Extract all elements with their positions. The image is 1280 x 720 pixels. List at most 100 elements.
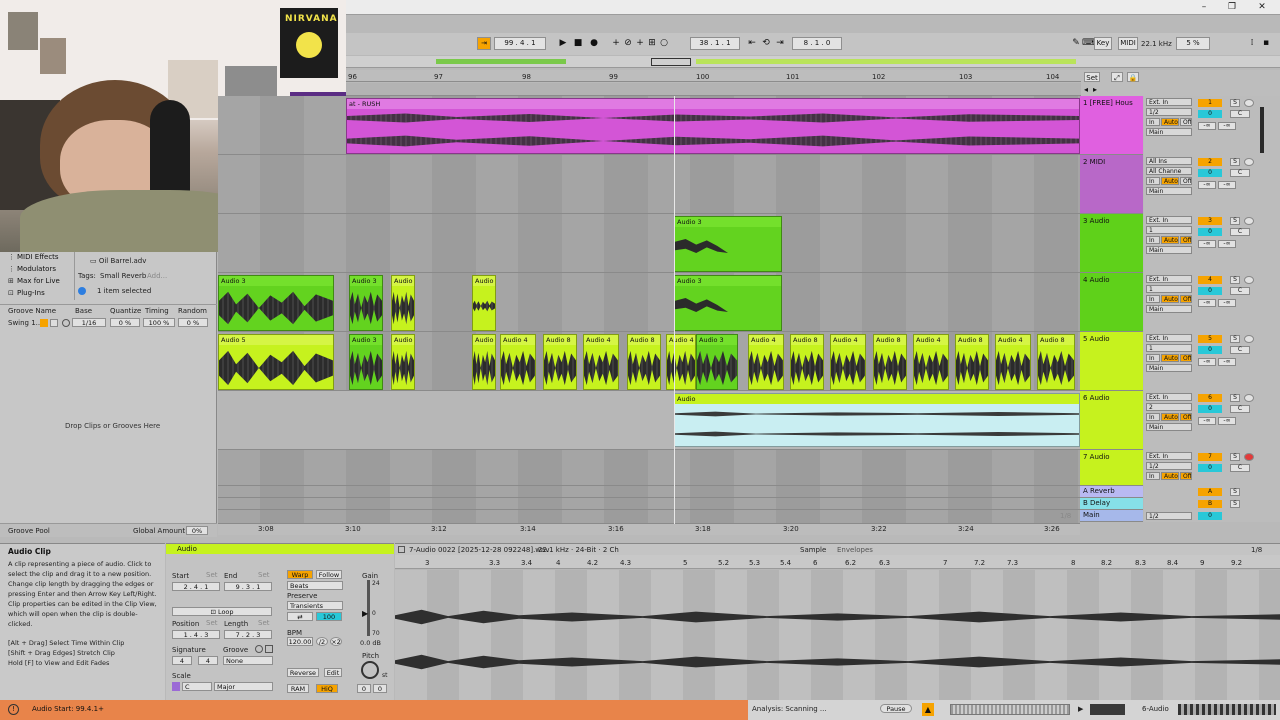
clip-audio3[interactable]: Audio 3 (349, 334, 383, 390)
monitor-in-button[interactable]: In (1146, 354, 1160, 362)
return-activator[interactable]: B (1198, 500, 1222, 508)
solo-button[interactable]: S (1230, 217, 1240, 225)
groove-hot-swap-icon[interactable] (255, 645, 263, 653)
clip-audio8[interactable]: Audio 8 (790, 334, 824, 390)
monitor-off-button[interactable]: Off (1180, 295, 1192, 303)
warp-button[interactable]: Warp (287, 570, 313, 579)
follow-icon[interactable]: ⇥ (477, 37, 491, 50)
pan-field[interactable]: C (1230, 228, 1250, 236)
browser-item-midi-effects[interactable]: ⋮ MIDI Effects (8, 252, 59, 263)
track-activator[interactable]: 3 (1198, 217, 1222, 225)
send-a-field[interactable]: -∞ (1198, 299, 1216, 307)
output-select[interactable]: Main (1146, 187, 1192, 195)
output-select[interactable]: Main (1146, 246, 1192, 254)
track-lane-1[interactable]: at - RUSH (218, 96, 1080, 155)
clip-audio8[interactable]: Audio 8 (543, 334, 577, 390)
main-volume[interactable]: 0 (1198, 512, 1222, 520)
output-select[interactable]: Main (1146, 128, 1192, 136)
monitor-auto-button[interactable]: Auto (1161, 413, 1179, 421)
clip-audio8[interactable]: Audio 8 (873, 334, 907, 390)
arm-button[interactable] (1244, 158, 1254, 166)
clip-audio4[interactable]: Audio 4 (830, 334, 866, 390)
track-activator[interactable]: 6 (1198, 394, 1222, 402)
loop-brace-strip[interactable] (346, 83, 1081, 96)
pan-field[interactable]: C (1230, 346, 1250, 354)
clip-audio[interactable]: Audio (391, 334, 415, 390)
arm-button[interactable] (1244, 276, 1254, 284)
arrangement-view[interactable]: at - RUSH Audio 3 Audio 3 Audio 3 Audio … (218, 96, 1080, 524)
input-type-select[interactable]: Ext. In (1146, 216, 1192, 224)
track-lane-5[interactable]: Audio 5 Audio 3 Audio Audio Audio 4 Audi… (218, 332, 1080, 391)
input-type-select[interactable]: Ext. In (1146, 98, 1192, 106)
start-field[interactable]: 2 . 4 . 1 (172, 582, 220, 591)
send-a-field[interactable]: -∞ (1198, 122, 1216, 130)
overview-viewport[interactable] (651, 58, 691, 66)
input-type-select[interactable]: Ext. In (1146, 452, 1192, 460)
length-set-button[interactable]: Set (258, 619, 270, 627)
monitor-auto-button[interactable]: Auto (1161, 472, 1179, 480)
restore-icon[interactable]: ❐ (1222, 1, 1242, 13)
clip-audio4[interactable]: Audio 4 (748, 334, 784, 390)
main-output-select[interactable]: 1/2 (1146, 512, 1192, 520)
track-header-7[interactable]: 7 Audio (1080, 450, 1143, 486)
automation-arm-icon[interactable]: ⊘ (622, 37, 634, 50)
ram-button[interactable]: RAM (287, 684, 309, 693)
monitor-off-button[interactable]: Off (1180, 118, 1192, 126)
main-header[interactable]: Main (1080, 510, 1143, 522)
midi-map-button[interactable]: MIDI (1118, 37, 1138, 50)
monitor-auto-button[interactable]: Auto (1161, 354, 1179, 362)
scale-mode-select[interactable]: Major (214, 682, 273, 691)
send-b-field[interactable]: -∞ (1218, 358, 1236, 366)
track-activator[interactable]: 4 (1198, 276, 1222, 284)
clip-audio3[interactable]: Audio 3 (674, 216, 782, 272)
volume-field[interactable]: 0 (1198, 405, 1222, 413)
pan-field[interactable]: C (1230, 464, 1250, 472)
hiq-button[interactable]: HiQ (316, 684, 338, 693)
loop-switch-icon[interactable]: ⟲ (760, 37, 772, 50)
pan-field[interactable]: C (1230, 169, 1250, 177)
output-select[interactable]: Main (1146, 423, 1192, 431)
overdub-icon[interactable]: + (610, 37, 622, 50)
clip-audio3[interactable]: Audio 3 (218, 275, 334, 331)
track-activator[interactable]: 5 (1198, 335, 1222, 343)
sample-zoom[interactable]: 1/8 (1251, 546, 1262, 554)
solo-button[interactable]: S (1230, 453, 1240, 461)
input-channel-select[interactable]: 1 (1146, 226, 1192, 234)
bpm-field[interactable]: 120.00 (287, 637, 313, 646)
tag-add[interactable]: Add... (147, 272, 167, 280)
solo-button[interactable]: S (1230, 99, 1240, 107)
session-record-icon[interactable]: ○ (658, 37, 670, 50)
track-header-6[interactable]: 6 Audio (1080, 391, 1143, 450)
output-select[interactable]: Main (1146, 305, 1192, 313)
clip-audio3[interactable]: Audio 3 (696, 334, 738, 390)
clip-audio4[interactable]: Audio 4 (913, 334, 949, 390)
send-b-field[interactable]: -∞ (1218, 122, 1236, 130)
input-channel-select[interactable]: 1 (1146, 285, 1192, 293)
lock-icon[interactable]: 🔒 (1127, 72, 1139, 82)
solo-button[interactable]: S (1230, 158, 1240, 166)
follow-button[interactable]: Follow (316, 570, 342, 579)
scale-root-select[interactable]: C (182, 682, 212, 691)
pan-field[interactable]: C (1230, 287, 1250, 295)
position-set-button[interactable]: Set (206, 619, 218, 627)
solo-button[interactable]: S (1230, 500, 1240, 508)
tab-envelopes[interactable]: Envelopes (837, 546, 873, 554)
warning-icon[interactable]: ▲ (922, 703, 934, 716)
send-b-field[interactable]: -∞ (1218, 240, 1236, 248)
volume-field[interactable]: 0 (1198, 464, 1222, 472)
beat-ruler[interactable]: 96 97 98 99 100 101 102 103 104 (346, 70, 1081, 82)
pitch-knob[interactable] (361, 661, 379, 679)
song-position[interactable]: 99 . 4 . 1 (494, 37, 546, 50)
groove-hot-swap-icon[interactable] (40, 319, 48, 327)
clip-audio4[interactable]: Audio 4 (666, 334, 696, 390)
re-enable-icon[interactable]: + (634, 37, 646, 50)
global-amount-field[interactable]: 0% (186, 526, 208, 535)
main-lane[interactable]: 1/8 (218, 510, 1080, 524)
groove-quantize[interactable]: 0 % (110, 318, 140, 327)
clip-audio8[interactable]: Audio 8 (955, 334, 989, 390)
track-lane-4[interactable]: Audio 3 Audio 3 Audio Audio Audio 3 (218, 273, 1080, 332)
browser-item-modulators[interactable]: ⋮ Modulators (8, 264, 56, 275)
monitor-auto-button[interactable]: Auto (1161, 177, 1179, 185)
monitor-off-button[interactable]: Off (1180, 236, 1192, 244)
track-header-2[interactable]: 2 MIDI (1080, 155, 1143, 214)
